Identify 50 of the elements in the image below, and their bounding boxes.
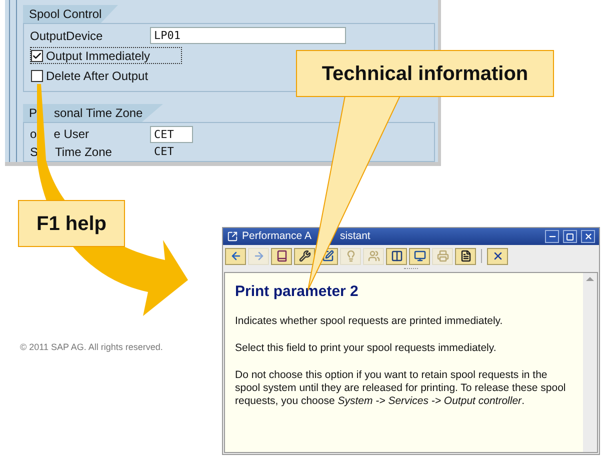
toolbar-button[interactable] bbox=[487, 248, 508, 264]
toolbar-button[interactable] bbox=[386, 248, 407, 264]
close-button[interactable] bbox=[581, 230, 595, 243]
window-icon bbox=[227, 231, 238, 242]
close-icon bbox=[492, 250, 504, 262]
printer-icon bbox=[436, 250, 448, 262]
wrench-icon bbox=[298, 250, 310, 262]
checkbox[interactable] bbox=[31, 70, 43, 82]
field-label: S bbox=[30, 144, 38, 161]
page-icon bbox=[460, 250, 472, 262]
maximize-icon bbox=[566, 232, 574, 240]
scroll-up-icon bbox=[586, 277, 594, 281]
callout-text: F1 help bbox=[36, 212, 106, 236]
lightbulb-icon bbox=[344, 250, 356, 262]
minimize-button[interactable] bbox=[545, 230, 559, 243]
maximize-button[interactable] bbox=[563, 230, 577, 243]
field-label: o bbox=[30, 126, 37, 143]
field-label: e User bbox=[54, 126, 90, 143]
window-title: sistant bbox=[340, 228, 370, 244]
help-paragraph: Indicates whether spool requests are printed immediately. bbox=[235, 315, 504, 328]
toolbar-button[interactable] bbox=[455, 248, 476, 264]
help-heading: Print parameter 2 bbox=[235, 283, 360, 301]
close-icon bbox=[584, 232, 592, 241]
output-device-field[interactable]: LP01 bbox=[150, 27, 346, 44]
checkbox-row[interactable]: Output Immediately bbox=[30, 47, 182, 64]
checkbox-label: Output Immediately bbox=[46, 48, 150, 64]
field-label: OutputDevice bbox=[30, 28, 104, 44]
help-paragraph: Do not choose this option if you want to retain spool requests in the spool system until they are released for printing. To release these spool requests, you choose System -> Services -> Output controller. bbox=[235, 369, 567, 408]
time-zone-field[interactable]: CET bbox=[150, 126, 193, 142]
columns-icon bbox=[390, 250, 402, 262]
group-title: Spool Control bbox=[29, 7, 102, 21]
window-title: Performance A bbox=[242, 228, 312, 244]
toolbar-button[interactable] bbox=[409, 248, 430, 264]
users-icon bbox=[368, 250, 380, 262]
group-title: sonal Time Zone bbox=[54, 105, 143, 122]
monitor-icon bbox=[414, 250, 426, 262]
field-value: CET bbox=[153, 144, 175, 160]
toolbar-button[interactable] bbox=[271, 248, 292, 264]
group-title: P bbox=[29, 105, 38, 122]
copyright-text: © 2011 SAP AG. All rights reserved. bbox=[20, 341, 163, 354]
field-label: Time Zone bbox=[55, 144, 112, 161]
checkbox-label: Delete After Output bbox=[46, 68, 148, 84]
arrow-right-icon bbox=[252, 250, 264, 262]
help-paragraph: Select this field to print your spool requests immediately. bbox=[235, 342, 498, 355]
checkbox-row[interactable]: Delete After Output bbox=[30, 67, 182, 84]
arrow-left-icon bbox=[230, 250, 242, 262]
book-icon bbox=[276, 250, 288, 262]
toolbar-button[interactable] bbox=[294, 248, 315, 264]
callout-text: Technical information bbox=[322, 62, 528, 86]
checkbox[interactable] bbox=[31, 50, 43, 62]
